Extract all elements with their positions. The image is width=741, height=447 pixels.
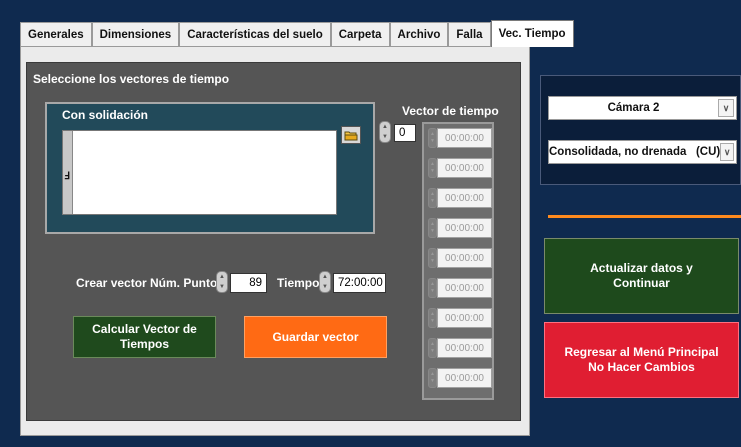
array-row: ▲ ▼ 00:00:00 xyxy=(428,308,492,328)
array-cell[interactable]: 00:00:00 xyxy=(437,368,492,388)
up-arrow-icon: ▲ xyxy=(382,124,388,130)
folder-icon xyxy=(344,131,358,140)
array-row: ▲ ▼ 00:00:00 xyxy=(428,368,492,388)
row-stepper[interactable]: ▲ ▼ xyxy=(428,308,437,328)
browse-folder-button[interactable] xyxy=(341,126,361,144)
consolidation-path-input[interactable]: Ⅎ xyxy=(62,130,337,215)
tab-carpeta[interactable]: Carpeta xyxy=(330,22,390,46)
row-stepper[interactable]: ▲ ▼ xyxy=(428,188,437,208)
array-row: ▲ ▼ 00:00:00 xyxy=(428,128,492,148)
array-cell[interactable]: 00:00:00 xyxy=(437,308,492,328)
tab-generales[interactable]: Generales xyxy=(20,22,92,46)
time-input[interactable]: 72:00:00 xyxy=(333,273,386,293)
time-vector-array: ▲ ▼ 00:00:00 ▲ ▼ 00:00:00 ▲ ▼ 00:00:00 ▲ ▼ 00:00… xyxy=(422,122,494,400)
array-row: ▲ ▼ 00:00:00 xyxy=(428,218,492,238)
row-stepper[interactable]: ▲ ▼ xyxy=(428,158,437,178)
return-main-menu-button[interactable]: Regresar al Menú Principal No Hacer Camb… xyxy=(544,322,739,398)
array-row: ▲ ▼ 00:00:00 xyxy=(428,338,492,358)
array-cell[interactable]: 00:00:00 xyxy=(437,128,492,148)
chevron-down-icon: ∨ xyxy=(718,99,734,117)
array-cell[interactable]: 00:00:00 xyxy=(437,338,492,358)
down-arrow-icon: ▼ xyxy=(382,134,388,140)
up-arrow-icon: ▲ xyxy=(219,274,225,280)
points-stepper[interactable]: ▲ ▼ xyxy=(216,271,228,293)
up-arrow-icon: ▲ xyxy=(322,274,328,280)
row-stepper[interactable]: ▲ ▼ xyxy=(428,128,437,148)
tab-falla[interactable]: Falla xyxy=(448,22,491,46)
array-cell[interactable]: 00:00:00 xyxy=(437,248,492,268)
tab-vec-tiempo[interactable]: Vec. Tiempo xyxy=(490,20,574,47)
row-stepper[interactable]: ▲ ▼ xyxy=(428,218,437,238)
row-stepper[interactable]: ▲ ▼ xyxy=(428,248,437,268)
row-stepper[interactable]: ▲ ▼ xyxy=(428,368,437,388)
test-type-select-value: Consolidada, no drenada (CU) xyxy=(549,146,721,158)
index-stepper[interactable]: ▲ ▼ xyxy=(379,121,391,143)
down-arrow-icon: ▼ xyxy=(219,284,225,290)
camera-select[interactable]: Cámara 2 ∨ xyxy=(548,96,737,120)
array-cell[interactable]: 00:00:00 xyxy=(437,278,492,298)
array-row: ▲ ▼ 00:00:00 xyxy=(428,158,492,178)
array-row: ▲ ▼ 00:00:00 xyxy=(428,278,492,298)
consolidation-title: Con solidación xyxy=(62,108,149,122)
array-row: ▲ ▼ 00:00:00 xyxy=(428,248,492,268)
create-vector-label: Crear vector xyxy=(76,276,147,290)
array-index-input[interactable]: 0 xyxy=(394,124,416,142)
tab-caracteristicas-suelo[interactable]: Características del suelo xyxy=(179,22,331,46)
row-stepper[interactable]: ▲ ▼ xyxy=(428,278,437,298)
camera-select-value: Cámara 2 xyxy=(607,102,660,114)
chevron-down-icon: ∨ xyxy=(720,143,734,161)
points-input[interactable]: 89 xyxy=(230,273,267,293)
tab-archivo[interactable]: Archivo xyxy=(389,22,449,46)
down-arrow-icon: ▼ xyxy=(322,284,328,290)
row-stepper[interactable]: ▲ ▼ xyxy=(428,338,437,358)
right-control-panel xyxy=(540,75,741,185)
time-vector-title: Vector de tiempo xyxy=(402,104,499,118)
orange-separator xyxy=(548,215,741,218)
array-cell[interactable]: 00:00:00 xyxy=(437,218,492,238)
array-cell[interactable]: 00:00:00 xyxy=(437,158,492,178)
tab-dimensiones[interactable]: Dimensiones xyxy=(91,22,180,46)
tab-strip: Generales Dimensiones Características de… xyxy=(20,20,574,47)
path-caret-icon: Ⅎ xyxy=(64,171,70,182)
calculate-time-vector-button[interactable]: Calcular Vector de Tiempos xyxy=(73,316,216,358)
array-cell[interactable]: 00:00:00 xyxy=(437,188,492,208)
update-continue-button[interactable]: Actualizar datos y Continuar xyxy=(544,238,739,314)
time-stepper[interactable]: ▲ ▼ xyxy=(319,271,331,293)
save-vector-button[interactable]: Guardar vector xyxy=(244,316,387,358)
array-row: ▲ ▼ 00:00:00 xyxy=(428,188,492,208)
time-label: Tiempo xyxy=(277,276,320,290)
test-type-select[interactable]: Consolidada, no drenada (CU) ∨ xyxy=(548,140,737,164)
points-label: Núm. Puntos xyxy=(150,276,224,290)
section-title: Seleccione los vectores de tiempo xyxy=(33,72,230,86)
